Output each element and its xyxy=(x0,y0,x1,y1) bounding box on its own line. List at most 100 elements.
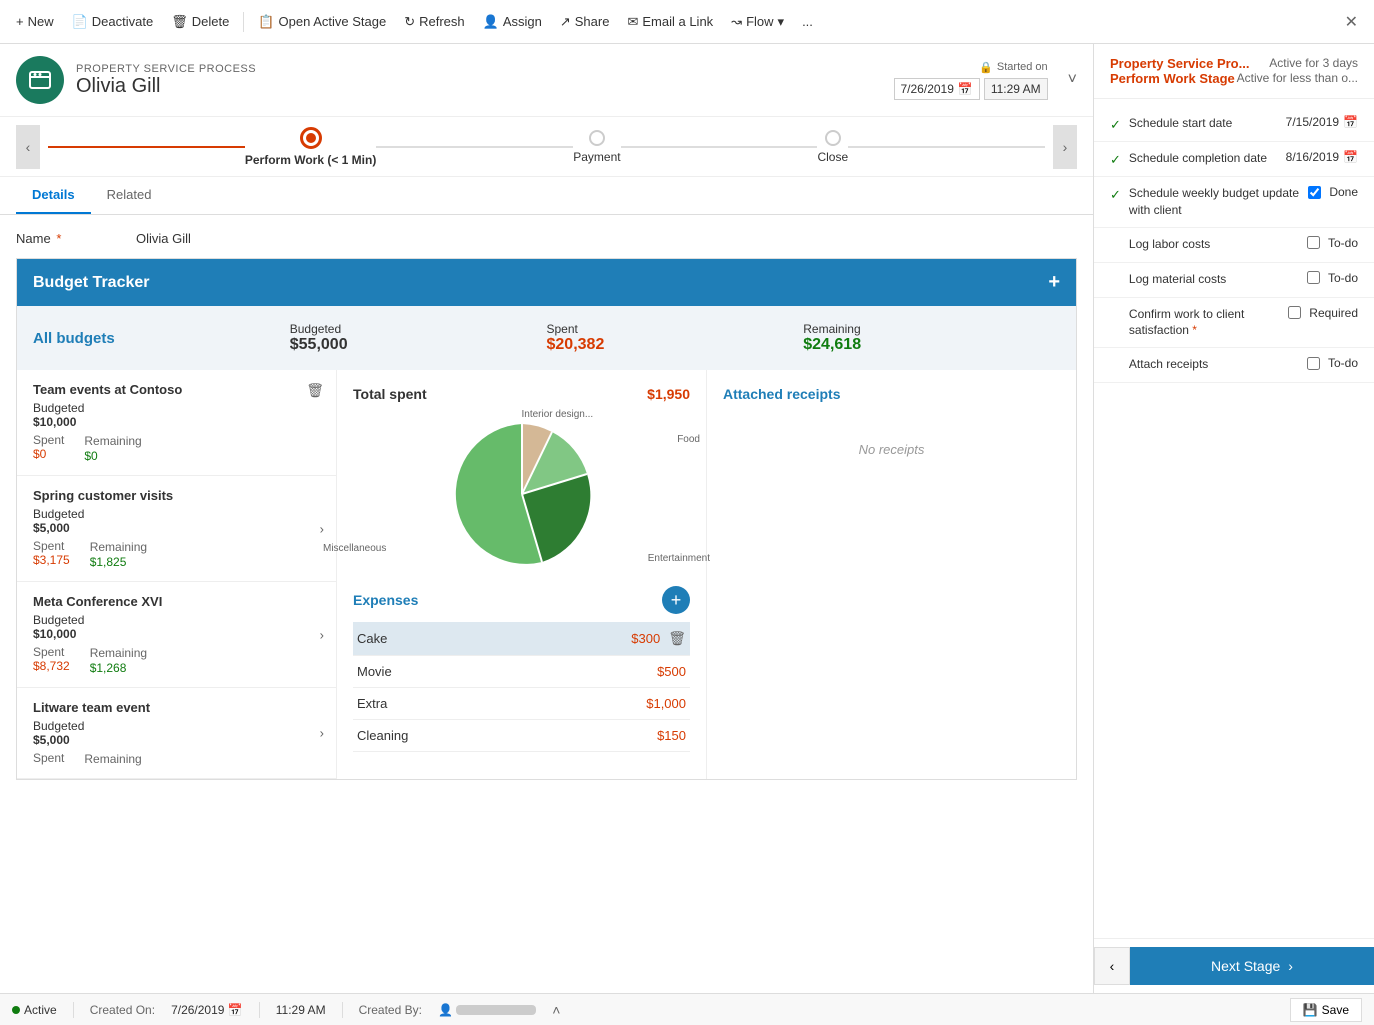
next-stage-bar: ‹ Next Stage › xyxy=(1094,938,1374,993)
rp-checklist-item: ✓ Schedule start date 7/15/2019 📅 xyxy=(1094,107,1374,142)
stage-label-close: Close xyxy=(817,150,848,164)
form-content: Name * Olivia Gill Budget Tracker + All … xyxy=(0,215,1093,804)
rp-stage-name[interactable]: Perform Work Stage xyxy=(1110,71,1235,86)
rp-checklist: ✓ Schedule start date 7/15/2019 📅 ✓ Sche… xyxy=(1094,99,1374,938)
expenses-list: Cake $300 🗑 Movie $500 Extra $1,000 xyxy=(353,622,690,752)
unchecked-icon: ✓ xyxy=(1110,358,1121,374)
no-receipts: No receipts xyxy=(723,442,1060,457)
calendar-icon: 📅 xyxy=(228,1003,243,1017)
calendar-icon: 📅 xyxy=(1343,115,1358,129)
confirm-checkbox[interactable] xyxy=(1288,306,1301,319)
done-checkbox[interactable] xyxy=(1308,186,1321,199)
tab-details[interactable]: Details xyxy=(16,177,91,214)
budget-tracker: Budget Tracker + All budgets Budgeted $5… xyxy=(16,258,1077,780)
stage-item-perform-work[interactable]: Perform Work (< 1 Min) xyxy=(245,127,376,167)
stage-connector-2 xyxy=(376,146,573,148)
pie-label-food: Food xyxy=(677,434,700,445)
receipts-title: Attached receipts xyxy=(723,386,1060,402)
check-icon: ✓ xyxy=(1110,152,1121,168)
receipts-checkbox[interactable] xyxy=(1307,357,1320,370)
list-item[interactable]: › Litware team event Budgeted$5,000 Spen… xyxy=(17,688,336,779)
stage-item-payment[interactable]: Payment xyxy=(573,130,620,164)
email-link-button[interactable]: ✉ Email a Link xyxy=(619,10,721,34)
expand-button[interactable]: ˄ xyxy=(552,1002,560,1018)
labor-checkbox[interactable] xyxy=(1307,236,1320,249)
process-info: PROPERTY SERVICE PROCESS Olivia Gill xyxy=(76,63,882,98)
stage-label-perform-work: Perform Work (< 1 Min) xyxy=(245,153,376,167)
stage-item-close[interactable]: Close xyxy=(817,130,848,164)
expenses-title: Expenses xyxy=(353,592,418,608)
rp-checklist-item: ✓ Confirm work to client satisfaction * … xyxy=(1094,298,1374,349)
total-spent-header: Total spent $1,950 xyxy=(353,386,690,402)
stage-connector-1 xyxy=(48,146,245,148)
start-date-input[interactable]: 7/26/2019 📅 xyxy=(894,78,980,100)
name-row: Name * Olivia Gill xyxy=(16,231,1077,246)
next-stage-button[interactable]: Next Stage › xyxy=(1130,947,1374,985)
status-separator-1 xyxy=(73,1002,74,1018)
pie-label-interior: Interior design... xyxy=(522,409,594,420)
receipts-panel: Attached receipts No receipts xyxy=(706,370,1076,779)
close-button[interactable]: ✕ xyxy=(1337,8,1366,36)
pie-chart-svg xyxy=(442,414,602,574)
email-link-icon: ✉ xyxy=(627,14,638,30)
rp-checklist-item: ✓ Attach receipts To-do xyxy=(1094,348,1374,383)
new-button[interactable]: + New xyxy=(8,10,62,33)
save-button[interactable]: 💾 Save xyxy=(1290,998,1362,1022)
process-name: Olivia Gill xyxy=(76,75,882,98)
list-item[interactable]: › Meta Conference XVI Budgeted$10,000 Sp… xyxy=(17,582,336,688)
status-dot xyxy=(12,1006,20,1014)
process-label: PROPERTY SERVICE PROCESS xyxy=(76,63,882,75)
open-active-stage-icon: 📋 xyxy=(258,14,274,30)
assign-button[interactable]: 👤 Assign xyxy=(475,10,550,34)
list-item[interactable]: › Spring customer visits Budgeted$5,000 … xyxy=(17,476,336,582)
deactivate-button[interactable]: 📄 Deactivate xyxy=(64,10,162,34)
delete-button[interactable]: 🗑 Delete xyxy=(163,10,237,34)
toolbar: + New 📄 Deactivate 🗑 Delete 📋 Open Activ… xyxy=(0,0,1374,44)
deactivate-icon: 📄 xyxy=(72,14,88,30)
share-button[interactable]: ↗ Share xyxy=(552,10,618,34)
created-on-time: 11:29 AM xyxy=(276,1003,326,1017)
stage-nav-next-button[interactable]: › xyxy=(1053,125,1077,169)
expenses-header: Expenses + xyxy=(353,586,690,614)
pie-label-entertainment: Entertainment xyxy=(648,553,710,564)
rp-process-name[interactable]: Property Service Pro... xyxy=(1110,56,1249,71)
content-area: PROPERTY SERVICE PROCESS Olivia Gill 🔒 S… xyxy=(0,44,1094,993)
unchecked-icon: ✓ xyxy=(1110,273,1121,289)
tab-related[interactable]: Related xyxy=(91,177,168,214)
add-expense-button[interactable]: + xyxy=(662,586,690,614)
open-active-stage-button[interactable]: 📋 Open Active Stage xyxy=(250,10,394,34)
budget-detail: Total spent $1,950 xyxy=(337,370,706,779)
tabs: Details Related xyxy=(0,177,1093,215)
budget-tracker-header: Budget Tracker + xyxy=(17,259,1076,306)
save-icon: 💾 xyxy=(1303,1003,1318,1017)
rp-checklist-item: ✓ Schedule completion date 8/16/2019 📅 xyxy=(1094,142,1374,177)
budget-item-delete-button[interactable]: 🗑 xyxy=(306,382,324,399)
start-time-input[interactable]: 11:29 AM xyxy=(984,78,1048,100)
process-header: PROPERTY SERVICE PROCESS Olivia Gill 🔒 S… xyxy=(0,44,1093,117)
flow-button[interactable]: ↝ Flow ▾ xyxy=(723,10,792,34)
material-checkbox[interactable] xyxy=(1307,271,1320,284)
check-icon: ✓ xyxy=(1110,117,1121,133)
rp-process-row: Active for 3 days Property Service Pro..… xyxy=(1110,56,1358,71)
name-required: * xyxy=(56,231,61,246)
expense-row: Extra $1,000 xyxy=(353,688,690,720)
rp-checklist-item: ✓ Log labor costs To-do xyxy=(1094,228,1374,263)
list-item[interactable]: 🗑 Team events at Contoso Budgeted$10,000… xyxy=(17,370,336,476)
rp-process-duration: Active for 3 days xyxy=(1269,56,1358,70)
prev-stage-button[interactable]: ‹ xyxy=(1094,947,1130,985)
budget-tracker-add-button[interactable]: + xyxy=(1048,271,1060,294)
calendar-icon: 📅 xyxy=(1343,150,1358,164)
flow-icon: ↝ xyxy=(731,14,742,30)
process-collapse-button[interactable]: ˅ xyxy=(1068,71,1077,89)
date-inputs: 7/26/2019 📅 11:29 AM xyxy=(894,78,1048,100)
user-icon: 👤 xyxy=(438,1003,453,1017)
pie-label-misc: Miscellaneous xyxy=(323,543,386,554)
refresh-button[interactable]: ↻ Refresh xyxy=(396,10,472,34)
more-button[interactable]: ... xyxy=(794,10,821,33)
stage-nav-prev-button[interactable]: ‹ xyxy=(16,125,40,169)
budget-tracker-title: Budget Tracker xyxy=(33,274,149,292)
calendar-icon: 📅 xyxy=(958,82,973,96)
budget-list-area: 🗑 Team events at Contoso Budgeted$10,000… xyxy=(17,370,1076,779)
budget-item-arrow: › xyxy=(320,726,324,741)
expense-delete-button[interactable]: 🗑 xyxy=(668,630,686,647)
